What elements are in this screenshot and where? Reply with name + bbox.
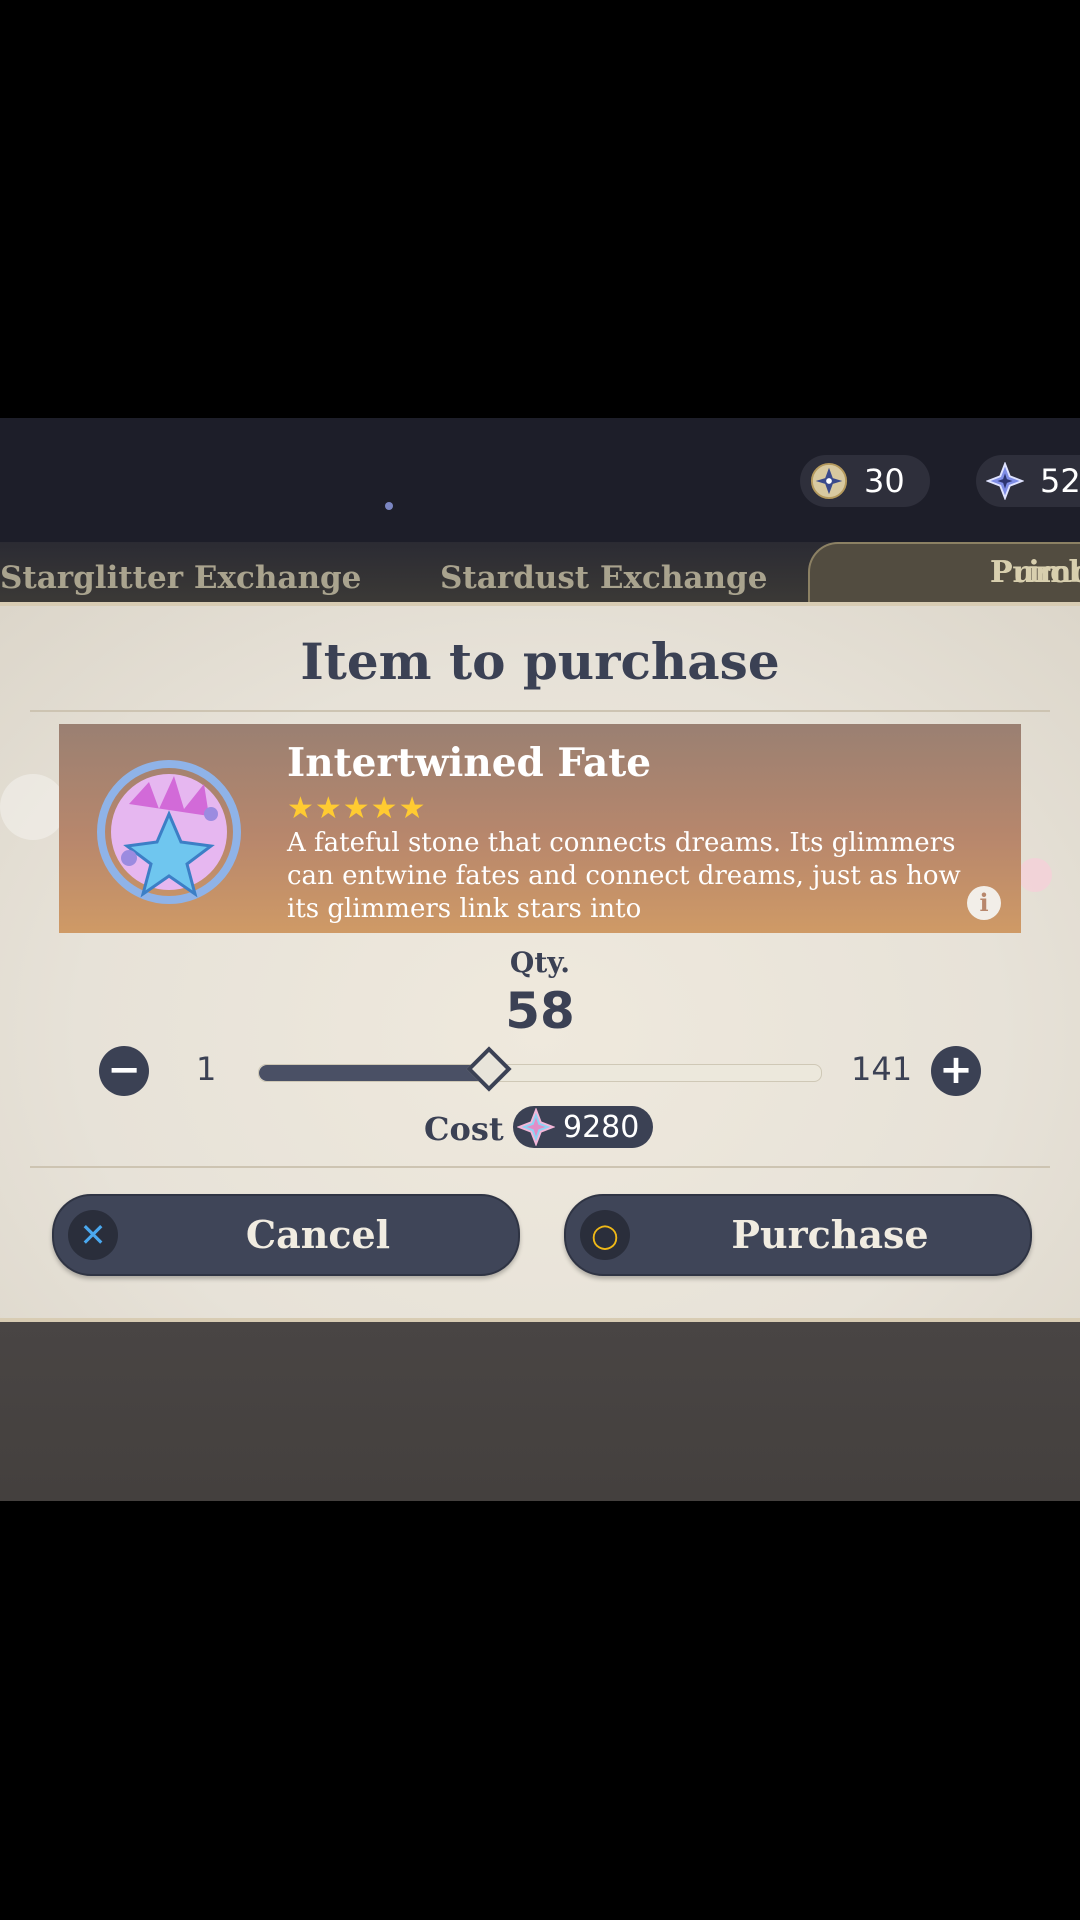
intertwined-fate-icon xyxy=(97,760,241,904)
decorative-dot xyxy=(385,502,393,510)
quantity-max: 141 xyxy=(851,1050,913,1088)
tab-purchase-with-primogems[interactable]: Purchase WPrimogem xyxy=(808,542,1080,608)
purchase-dialog: Item to purchase Intertwined Fate ★★★★★ … xyxy=(0,602,1080,1322)
decorative-glow xyxy=(1018,858,1052,892)
increase-quantity-button[interactable]: + xyxy=(931,1046,981,1096)
cost-badge: 9280 xyxy=(513,1106,653,1148)
primogem-counter[interactable]: 52 xyxy=(976,455,1080,507)
cost-value: 9280 xyxy=(563,1110,640,1145)
quantity-slider[interactable] xyxy=(258,1046,822,1092)
cancel-button[interactable]: ✕ Cancel xyxy=(52,1194,520,1276)
shop-tabs: Starglitter Exchange Stardust Exchange P… xyxy=(0,542,1080,608)
divider xyxy=(30,1166,1050,1168)
tab-starglitter-exchange[interactable]: Starglitter Exchange xyxy=(0,560,361,596)
slider-fill xyxy=(259,1065,490,1081)
item-name: Intertwined Fate xyxy=(287,740,652,786)
quantity-min: 1 xyxy=(196,1050,217,1088)
item-description: A fateful stone that connects dreams. It… xyxy=(287,828,961,924)
masterless-starglitter-icon xyxy=(810,462,848,500)
primogem-icon xyxy=(517,1108,555,1146)
game-screen: 30 52 Starglitter Exchange Stardust Exch… xyxy=(0,418,1080,1501)
primogem-icon xyxy=(986,462,1024,500)
quantity-label: Qty. xyxy=(509,946,571,979)
starglitter-value: 30 xyxy=(864,462,905,500)
decrease-quantity-button[interactable]: − xyxy=(99,1046,149,1096)
tab-purchase-label-line2: Primogem xyxy=(990,555,1080,590)
purchase-button[interactable]: ○ Purchase xyxy=(564,1194,1032,1276)
purchase-label: Purchase xyxy=(731,1212,929,1257)
quantity-value: 58 xyxy=(505,982,575,1040)
x-button-icon: ✕ xyxy=(68,1210,118,1260)
decorative-glow xyxy=(0,774,66,840)
top-bar: 30 52 xyxy=(0,418,1080,542)
cost-label: Cost xyxy=(424,1110,504,1148)
circle-button-icon: ○ xyxy=(580,1210,630,1260)
rarity-stars: ★★★★★ xyxy=(287,791,427,826)
cancel-label: Cancel xyxy=(245,1212,391,1257)
dialog-title: Item to purchase xyxy=(300,632,780,691)
info-icon[interactable]: i xyxy=(967,886,1001,920)
starglitter-counter[interactable]: 30 xyxy=(800,455,930,507)
primogem-value: 52 xyxy=(1040,462,1080,500)
item-card: Intertwined Fate ★★★★★ A fateful stone t… xyxy=(59,724,1021,933)
divider xyxy=(30,710,1050,712)
tab-stardust-exchange[interactable]: Stardust Exchange xyxy=(440,560,767,596)
slider-thumb[interactable] xyxy=(466,1046,513,1092)
